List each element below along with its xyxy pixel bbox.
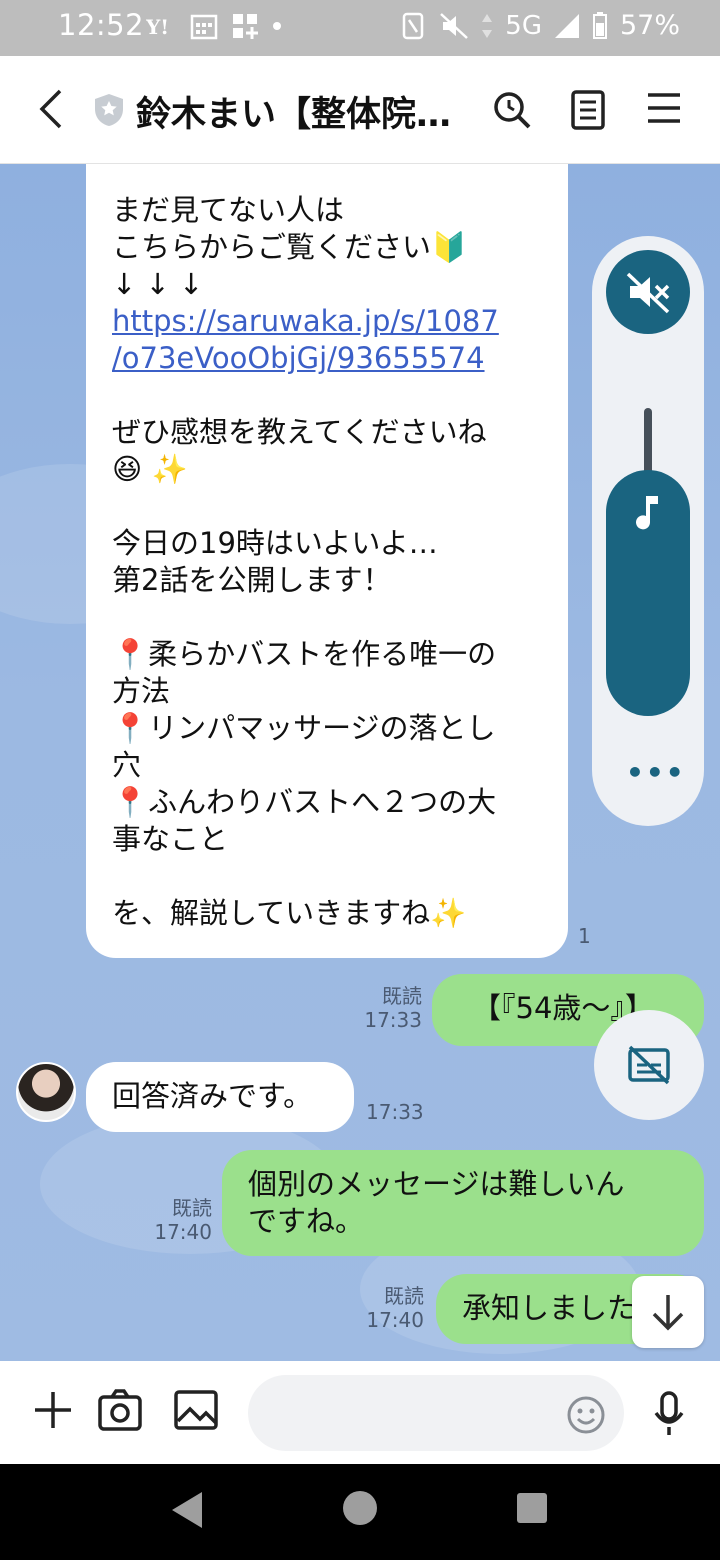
volume-mute-button[interactable] bbox=[606, 250, 690, 334]
message-line: ぜひ感想を教えてくださいね bbox=[112, 415, 487, 449]
back-triangle-icon[interactable] bbox=[170, 1490, 206, 1530]
message-line: 方法 bbox=[112, 674, 171, 708]
message-line: 今日の19時はいよいよ… bbox=[112, 526, 438, 560]
message-line: 穴 bbox=[112, 748, 142, 782]
message-input-bar bbox=[0, 1361, 720, 1464]
message-line bbox=[112, 599, 542, 636]
status-notification-icons: Y! bbox=[146, 12, 282, 40]
message-line: まだ見てない人は bbox=[112, 193, 345, 227]
message-line: こちらからご覧ください🔰 bbox=[112, 230, 468, 264]
status-system-icons: 5G 57% bbox=[401, 10, 680, 41]
camera-icon[interactable] bbox=[98, 1389, 142, 1431]
live-caption-button[interactable] bbox=[594, 1010, 704, 1120]
message-time: 1 bbox=[578, 924, 591, 948]
message-line: 😆 ✨ bbox=[112, 452, 188, 486]
dot-icon bbox=[273, 22, 281, 30]
recents-square-icon[interactable] bbox=[516, 1492, 548, 1524]
arrow-down-icon bbox=[652, 1295, 684, 1331]
read-receipt: 既読 17:40 bbox=[150, 1196, 212, 1244]
outgoing-message-bubble[interactable]: 個別のメッセージは難しいん ですね。 bbox=[222, 1150, 704, 1256]
yahoo-icon: Y! bbox=[146, 15, 169, 38]
menu-icon[interactable] bbox=[646, 90, 682, 126]
message-line: 第2話を公開します！ bbox=[112, 563, 392, 597]
chat-header: 鈴木まい【整体院… bbox=[0, 56, 720, 164]
media-volume-slider[interactable] bbox=[606, 470, 690, 716]
battery-percent: 57% bbox=[619, 10, 680, 41]
status-time: 12:52 bbox=[58, 8, 145, 42]
verified-shield-icon bbox=[95, 94, 123, 126]
scroll-to-bottom-button[interactable] bbox=[632, 1276, 704, 1348]
system-navigation-bar bbox=[0, 1464, 720, 1560]
message-time: 17:33 bbox=[366, 1100, 424, 1124]
plus-icon[interactable] bbox=[32, 1389, 74, 1431]
message-line: 事なこと bbox=[112, 822, 229, 856]
message-text: 承知しました bbox=[462, 1291, 637, 1325]
message-time: 17:40 bbox=[366, 1308, 424, 1332]
mute-icon bbox=[440, 12, 469, 39]
message-line: を、解説していきますね✨ bbox=[112, 896, 467, 930]
avatar[interactable] bbox=[16, 1062, 76, 1122]
message-line bbox=[112, 858, 542, 895]
calendar-icon bbox=[190, 14, 218, 40]
message-text: 回答済みです。 bbox=[112, 1079, 313, 1113]
signal-icon bbox=[554, 13, 579, 38]
nfc-icon bbox=[403, 12, 424, 39]
read-label: 既読 bbox=[382, 984, 422, 1008]
caption-off-icon bbox=[628, 1045, 670, 1085]
battery-icon bbox=[592, 11, 607, 39]
read-label: 既読 bbox=[172, 1196, 212, 1220]
read-label: 既読 bbox=[384, 1284, 424, 1308]
volume-panel: ••• bbox=[592, 236, 704, 826]
svg-text:Y!: Y! bbox=[146, 15, 169, 38]
search-icon[interactable] bbox=[492, 90, 532, 130]
chat-area[interactable]: まだ見てない人は こちらからご覧ください🔰 ↓ ↓ ↓ https://saru… bbox=[0, 164, 720, 1361]
message-line: 📍リンパマッサージの落とし bbox=[112, 711, 496, 745]
chat-title: 鈴木まい【整体院… bbox=[136, 95, 452, 135]
incoming-message-bubble[interactable]: まだ見てない人は こちらからご覧ください🔰 ↓ ↓ ↓ https://saru… bbox=[86, 164, 568, 958]
message-time: 17:40 bbox=[154, 1220, 212, 1244]
message-link[interactable]: /o73eVooObjGj/93655574 bbox=[112, 340, 542, 377]
message-line: ↓ ↓ ↓ bbox=[112, 267, 204, 301]
apps-grid-icon bbox=[233, 14, 258, 39]
message-link[interactable]: https://saruwaka.jp/s/1087 bbox=[112, 303, 542, 340]
incoming-message-bubble[interactable]: 回答済みです。 bbox=[86, 1062, 354, 1132]
message-line bbox=[112, 377, 542, 414]
message-line: 📍柔らかバストを作る唯一の bbox=[112, 637, 497, 671]
read-receipt: 既読 17:40 bbox=[362, 1284, 424, 1332]
speaker-muted-icon bbox=[626, 272, 670, 314]
emoji-icon[interactable] bbox=[566, 1395, 606, 1435]
data-arrows-icon bbox=[482, 13, 493, 38]
more-options-icon[interactable]: ••• bbox=[626, 756, 686, 789]
read-receipt: 既読 17:33 bbox=[360, 984, 422, 1032]
microphone-icon[interactable] bbox=[652, 1391, 686, 1437]
message-line: 📍ふんわりバストへ２つの大 bbox=[112, 785, 497, 819]
image-icon[interactable] bbox=[174, 1389, 218, 1431]
message-line bbox=[112, 488, 542, 525]
message-line: ですね。 bbox=[248, 1204, 365, 1238]
home-circle-icon[interactable] bbox=[342, 1490, 378, 1526]
back-arrow-icon[interactable] bbox=[36, 88, 66, 130]
message-time: 17:33 bbox=[364, 1008, 422, 1032]
status-bar: 12:52 Y! 5G 57% bbox=[0, 0, 720, 56]
notes-icon[interactable] bbox=[570, 90, 606, 130]
network-type: 5G bbox=[505, 10, 542, 41]
music-note-icon bbox=[636, 496, 658, 530]
message-line: 個別のメッセージは難しいん bbox=[248, 1167, 625, 1201]
